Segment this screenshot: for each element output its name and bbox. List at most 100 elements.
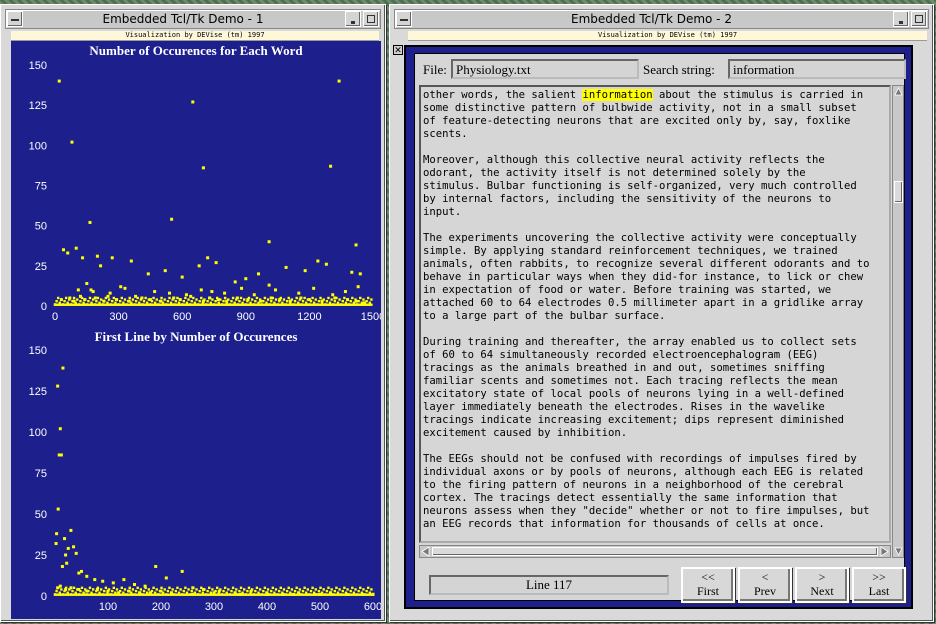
- data-point: [79, 299, 82, 303]
- data-point: [99, 588, 103, 591]
- data-point: [123, 588, 127, 591]
- data-point: [129, 259, 133, 263]
- data-point: [63, 537, 67, 541]
- right-titlebar[interactable]: Embedded Tcl/Tk Demo - 2: [394, 9, 929, 29]
- data-point: [182, 589, 185, 593]
- data-point: [239, 296, 243, 300]
- data-point: [309, 589, 313, 593]
- data-point: [71, 589, 74, 593]
- data-point: [329, 164, 333, 168]
- window-menu-icon: [400, 19, 408, 21]
- data-point: [68, 298, 71, 301]
- left-titlebar[interactable]: Embedded Tcl/Tk Demo - 1: [5, 9, 381, 29]
- first-button[interactable]: << First: [681, 567, 735, 603]
- data-point: [142, 589, 146, 593]
- data-point: [152, 586, 155, 589]
- data-point: [203, 588, 206, 591]
- data-point: [240, 286, 244, 290]
- minimize-icon: [899, 21, 903, 24]
- data-point: [60, 298, 63, 301]
- next-button[interactable]: > Next: [795, 567, 849, 603]
- data-point: [179, 588, 182, 591]
- data-point: [271, 586, 275, 589]
- data-point: [239, 586, 243, 589]
- data-point: [325, 589, 329, 593]
- data-point: [271, 296, 275, 300]
- file-field[interactable]: Physiology.txt: [451, 59, 639, 79]
- minimize-icon: [351, 21, 355, 24]
- data-point: [163, 588, 166, 591]
- x-tick-label: 300: [109, 311, 127, 323]
- data-point: [115, 588, 119, 591]
- data-point: [354, 588, 357, 591]
- data-point: [290, 588, 294, 591]
- close-icon[interactable]: ✕: [393, 45, 403, 55]
- prev-icon: <: [761, 570, 769, 584]
- data-point: [126, 299, 130, 303]
- plot-first-line[interactable]: First Line by Number of Occurences 0 25 50…: [11, 328, 381, 619]
- data-point: [76, 588, 79, 591]
- data-point: [247, 296, 251, 300]
- data-point: [197, 264, 201, 268]
- data-point: [311, 586, 314, 589]
- data-point: [287, 586, 290, 589]
- data-point: [306, 298, 310, 301]
- data-point: [54, 542, 58, 546]
- data-point: [330, 298, 333, 301]
- data-point: [359, 296, 362, 300]
- scroll-up-icon[interactable]: [894, 87, 903, 97]
- scroll-right-icon[interactable]: [879, 546, 889, 557]
- window-menu-button[interactable]: [396, 11, 412, 27]
- data-point: [319, 586, 322, 589]
- data-point: [274, 298, 278, 301]
- minimize-button[interactable]: [893, 11, 909, 27]
- minimize-button[interactable]: [345, 11, 361, 27]
- data-point: [76, 288, 80, 292]
- maximize-button[interactable]: [911, 11, 927, 27]
- data-point: [365, 589, 368, 593]
- horizontal-scrollbar[interactable]: [419, 545, 891, 558]
- last-button[interactable]: >> Last: [852, 567, 906, 603]
- data-point: [208, 296, 211, 300]
- data-point: [222, 299, 225, 303]
- data-point: [200, 586, 203, 589]
- vertical-scrollbar[interactable]: [892, 85, 904, 558]
- search-input[interactable]: information: [728, 59, 906, 79]
- data-point: [333, 589, 337, 593]
- data-point: [91, 290, 95, 294]
- plot-word-occurrences[interactable]: Number of Occurences for Each Word 0 25 50…: [11, 41, 381, 328]
- data-point: [139, 298, 143, 301]
- vertical-scroll-thumb[interactable]: [894, 181, 903, 203]
- maximize-button[interactable]: [363, 11, 379, 27]
- data-point: [198, 299, 201, 303]
- data-point: [66, 546, 70, 550]
- data-point: [72, 296, 76, 300]
- data-point: [351, 586, 354, 589]
- data-point: [351, 296, 354, 300]
- data-point: [247, 586, 251, 589]
- data-point: [104, 296, 108, 300]
- data-point: [95, 589, 98, 593]
- viewer-frame: File: Physiology.txt Search string: info…: [404, 45, 913, 609]
- x-tick-label: 1200: [297, 311, 321, 323]
- text-content-area[interactable]: other words, the salient information abo…: [419, 85, 891, 543]
- data-point: [133, 583, 136, 587]
- prev-button[interactable]: < Prev: [738, 567, 792, 603]
- y-tick-label: 100: [29, 140, 47, 152]
- data-point: [84, 588, 87, 591]
- scroll-down-icon[interactable]: [894, 546, 903, 556]
- data-point: [258, 298, 262, 301]
- data-point: [215, 586, 219, 589]
- data-point: [120, 586, 123, 589]
- data-point: [266, 588, 270, 591]
- data-point: [279, 296, 282, 300]
- data-point: [166, 589, 170, 593]
- data-point: [136, 586, 139, 589]
- x-tick-label: 400: [258, 601, 276, 613]
- data-point: [365, 299, 368, 303]
- data-point: [87, 299, 90, 303]
- window-menu-button[interactable]: [7, 11, 23, 27]
- data-point: [312, 286, 316, 290]
- scroll-left-icon[interactable]: [421, 546, 431, 557]
- horizontal-scroll-thumb[interactable]: [432, 547, 878, 556]
